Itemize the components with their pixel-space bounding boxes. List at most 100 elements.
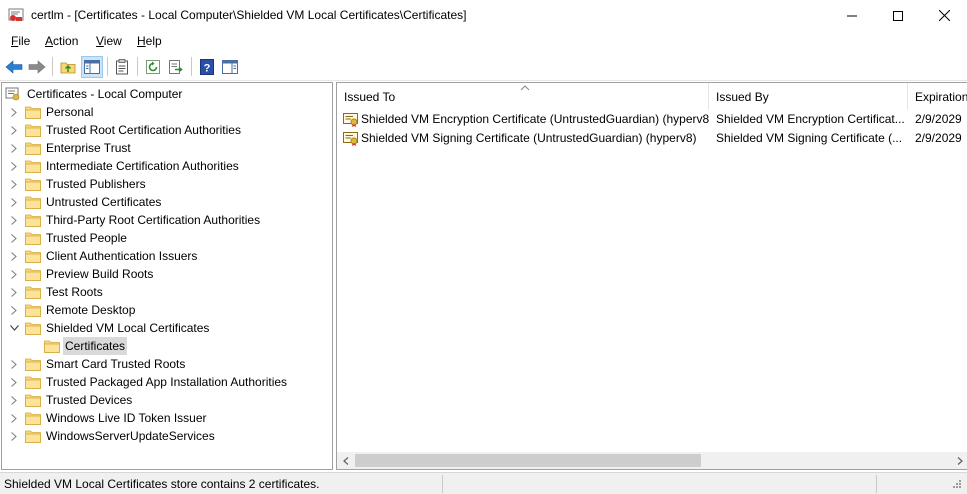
title-bar: certlm - [Certificates - Local Computer\…	[0, 0, 967, 31]
tree-item[interactable]: Untrusted Certificates	[2, 193, 332, 211]
refresh-button[interactable]	[142, 56, 164, 78]
chevron-right-icon[interactable]	[7, 373, 21, 391]
tree-item-label: Trusted Root Certification Authorities	[46, 123, 241, 137]
tree-item[interactable]: Windows Live ID Token Issuer	[2, 409, 332, 427]
tree-item[interactable]: Trusted Packaged App Installation Author…	[2, 373, 332, 391]
tree-item[interactable]: Trusted People	[2, 229, 332, 247]
tree-item[interactable]: Intermediate Certification Authorities	[2, 157, 332, 175]
tree-item[interactable]: Trusted Publishers	[2, 175, 332, 193]
folder-icon	[25, 375, 41, 389]
tree-item[interactable]: Third-Party Root Certification Authoriti…	[2, 211, 332, 229]
chevron-right-icon[interactable]	[7, 175, 21, 193]
chevron-left-icon	[342, 456, 348, 465]
tree-item-label: Untrusted Certificates	[46, 195, 162, 209]
scrollbar-thumb[interactable]	[355, 454, 701, 467]
tree-item-label: Shielded VM Local Certificates	[46, 321, 210, 335]
cell-issued-to: Shielded VM Signing Certificate (Untrust…	[361, 131, 697, 145]
up-one-level-button[interactable]	[57, 56, 79, 78]
chevron-right-icon[interactable]	[7, 157, 21, 175]
tree-item[interactable]: Smart Card Trusted Roots	[2, 355, 332, 373]
tree-item[interactable]: Test Roots	[2, 283, 332, 301]
folder-icon	[25, 231, 41, 245]
tree-item[interactable]: Client Authentication Issuers	[2, 247, 332, 265]
certlm-app-icon[interactable]	[8, 7, 24, 23]
menu-action[interactable]: Action	[45, 34, 78, 48]
show-hide-console-tree-button[interactable]	[81, 56, 103, 78]
folder-icon	[25, 105, 41, 119]
maximize-icon	[893, 10, 903, 21]
tree-item[interactable]: Certificates	[2, 337, 332, 355]
toolbar: ?	[0, 52, 967, 81]
toolbar-separator	[107, 57, 108, 76]
folder-icon	[25, 393, 41, 407]
column-header-issued-by[interactable]: Issued By	[709, 83, 908, 110]
tree-item-label: Intermediate Certification Authorities	[46, 159, 239, 173]
chevron-right-icon[interactable]	[7, 283, 21, 301]
chevron-right-icon[interactable]	[7, 427, 21, 445]
scroll-left-button[interactable]	[337, 452, 354, 469]
folder-icon	[25, 213, 41, 227]
column-header-expiration[interactable]: Expiration	[908, 83, 967, 110]
folder-icon	[44, 339, 60, 353]
properties-button[interactable]	[111, 56, 133, 78]
show-action-pane-button[interactable]	[219, 56, 241, 78]
horizontal-scrollbar[interactable]	[337, 452, 967, 469]
minimize-icon	[847, 15, 857, 16]
tree-item-label: Third-Party Root Certification Authoriti…	[46, 213, 261, 227]
tree-item-label: WindowsServerUpdateServices	[46, 429, 215, 443]
tree-item[interactable]: Trusted Root Certification Authorities	[2, 121, 332, 139]
action-pane-icon	[222, 60, 238, 74]
maximize-button[interactable]	[875, 0, 921, 31]
chevron-down-icon[interactable]	[7, 319, 21, 337]
chevron-right-icon[interactable]	[7, 301, 21, 319]
chevron-right-icon[interactable]	[7, 265, 21, 283]
chevron-right-icon[interactable]	[7, 193, 21, 211]
menu-file[interactable]: File	[11, 34, 30, 48]
menu-view[interactable]: View	[96, 34, 122, 48]
chevron-right-icon[interactable]	[7, 211, 21, 229]
tree-item[interactable]: Remote Desktop	[2, 301, 332, 319]
folder-icon	[25, 195, 41, 209]
tree-item[interactable]: Enterprise Trust	[2, 139, 332, 157]
folder-icon	[25, 321, 41, 335]
help-button[interactable]: ?	[196, 56, 218, 78]
cell-expiration: 2/9/2029	[915, 131, 962, 145]
results-pane[interactable]: Issued To Issued By Expiration Shielded …	[336, 82, 967, 470]
folder-icon	[25, 159, 41, 173]
export-list-button[interactable]	[165, 56, 187, 78]
chevron-right-icon[interactable]	[7, 409, 21, 427]
chevron-right-icon[interactable]	[7, 247, 21, 265]
minimize-button[interactable]	[829, 0, 875, 31]
console-tree-pane[interactable]: Certificates - Local Computer Personal T…	[1, 82, 333, 470]
list-row[interactable]: Shielded VM Signing Certificate (Untrust…	[337, 129, 967, 148]
tree-item-label: Preview Build Roots	[46, 267, 154, 281]
list-row[interactable]: Shielded VM Encryption Certificate (Untr…	[337, 110, 967, 129]
forward-button[interactable]	[26, 56, 48, 78]
certificate-icon	[343, 111, 359, 127]
status-text: Shielded VM Local Certificates store con…	[4, 477, 320, 491]
tree-item[interactable]: Preview Build Roots	[2, 265, 332, 283]
resize-grip-icon[interactable]	[950, 479, 962, 491]
chevron-right-icon[interactable]	[7, 355, 21, 373]
tree-item[interactable]: WindowsServerUpdateServices	[2, 427, 332, 445]
certificates-snapin-icon	[5, 87, 21, 101]
scroll-right-button[interactable]	[951, 452, 967, 469]
tree-root[interactable]: Certificates - Local Computer	[2, 85, 332, 103]
menu-help[interactable]: Help	[137, 34, 162, 48]
tree-item[interactable]: Personal	[2, 103, 332, 121]
chevron-right-icon[interactable]	[7, 229, 21, 247]
column-header-label: Issued By	[716, 90, 769, 104]
close-button[interactable]	[921, 0, 967, 31]
tree-item-label: Trusted Devices	[46, 393, 133, 407]
chevron-right-icon[interactable]	[7, 139, 21, 157]
tree-item[interactable]: Shielded VM Local Certificates	[2, 319, 332, 337]
folder-icon	[25, 177, 41, 191]
chevron-right-icon[interactable]	[7, 121, 21, 139]
toolbar-separator	[137, 57, 138, 76]
tree-item[interactable]: Trusted Devices	[2, 391, 332, 409]
tree-item-label: Remote Desktop	[46, 303, 136, 317]
chevron-right-icon[interactable]	[7, 391, 21, 409]
chevron-right-icon[interactable]	[7, 103, 21, 121]
back-button[interactable]	[3, 56, 25, 78]
folder-icon	[25, 285, 41, 299]
